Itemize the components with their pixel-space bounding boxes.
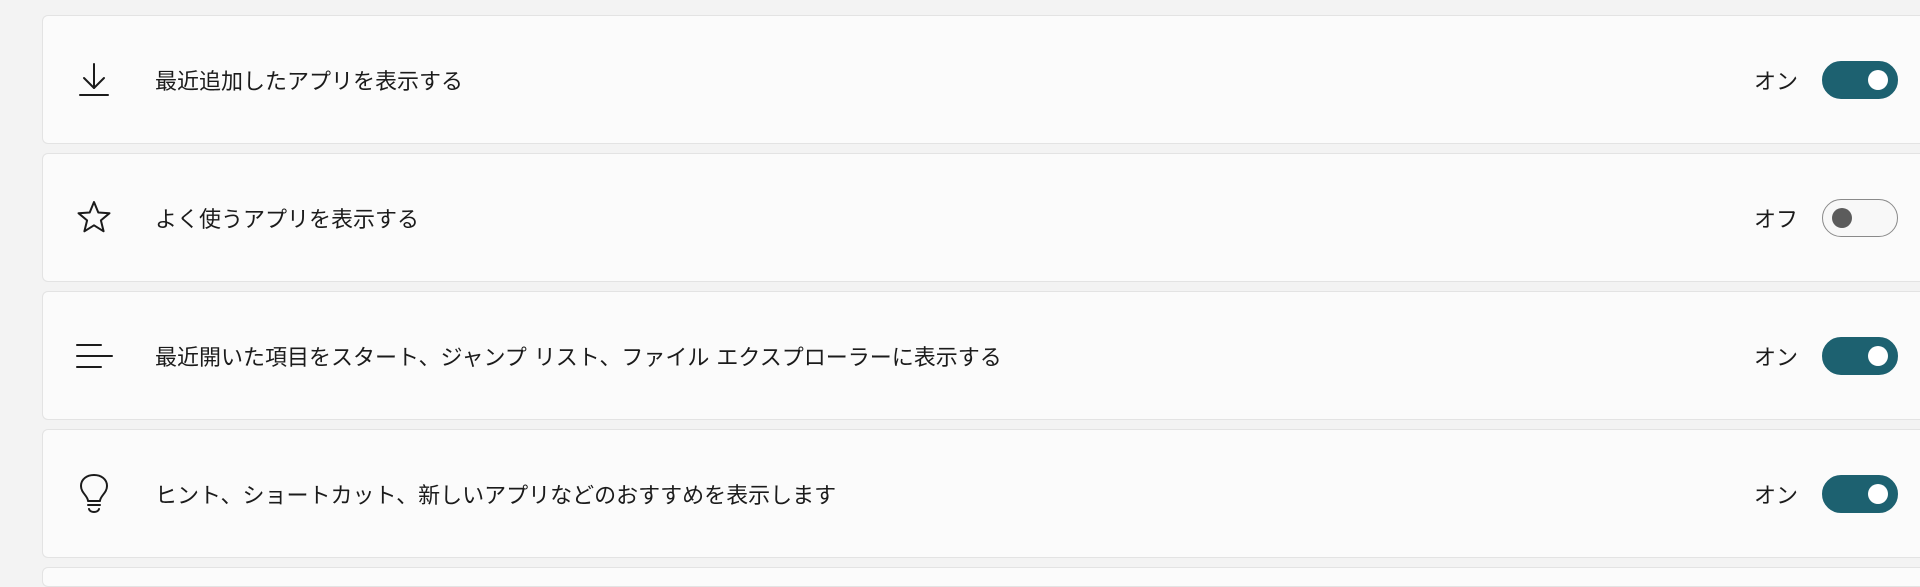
- recently-opened-items-toggle[interactable]: [1822, 336, 1898, 375]
- toggle-knob: [1868, 483, 1888, 504]
- recommendations-toggle[interactable]: [1822, 474, 1898, 513]
- star-icon: [74, 196, 114, 240]
- toggle-state-label: オン: [1753, 483, 1798, 509]
- settings-list: 最近追加したアプリを表示する オン よく使うアプリを表示する オフ 最近開いた項…: [42, 15, 1920, 587]
- setting-row-recently-added-apps: 最近追加したアプリを表示する オン: [42, 15, 1920, 144]
- setting-label: ヒント、ショートカット、新しいアプリなどのおすすめを表示します: [155, 483, 837, 509]
- setting-row-partial: [42, 567, 1920, 587]
- most-used-apps-toggle[interactable]: [1822, 198, 1898, 237]
- setting-row-recommendations: ヒント、ショートカット、新しいアプリなどのおすすめを表示します オン: [42, 429, 1920, 558]
- setting-row-most-used-apps: よく使うアプリを表示する オフ: [42, 153, 1920, 282]
- toggle-knob: [1868, 345, 1888, 366]
- toggle-knob: [1832, 207, 1852, 228]
- toggle-state-label: オフ: [1753, 207, 1798, 233]
- lightbulb-icon: [74, 472, 114, 516]
- toggle-state-label: オン: [1753, 69, 1798, 95]
- setting-label: 最近開いた項目をスタート、ジャンプ リスト、ファイル エクスプローラーに表示する: [155, 345, 1002, 371]
- recently-added-apps-toggle[interactable]: [1822, 60, 1898, 99]
- download-icon: [74, 58, 114, 102]
- setting-label: 最近追加したアプリを表示する: [155, 69, 464, 95]
- setting-label: よく使うアプリを表示する: [155, 207, 420, 233]
- list-lines-icon: [74, 334, 114, 378]
- setting-row-recently-opened-items: 最近開いた項目をスタート、ジャンプ リスト、ファイル エクスプローラーに表示する…: [42, 291, 1920, 420]
- toggle-knob: [1868, 69, 1888, 90]
- toggle-state-label: オン: [1753, 345, 1798, 371]
